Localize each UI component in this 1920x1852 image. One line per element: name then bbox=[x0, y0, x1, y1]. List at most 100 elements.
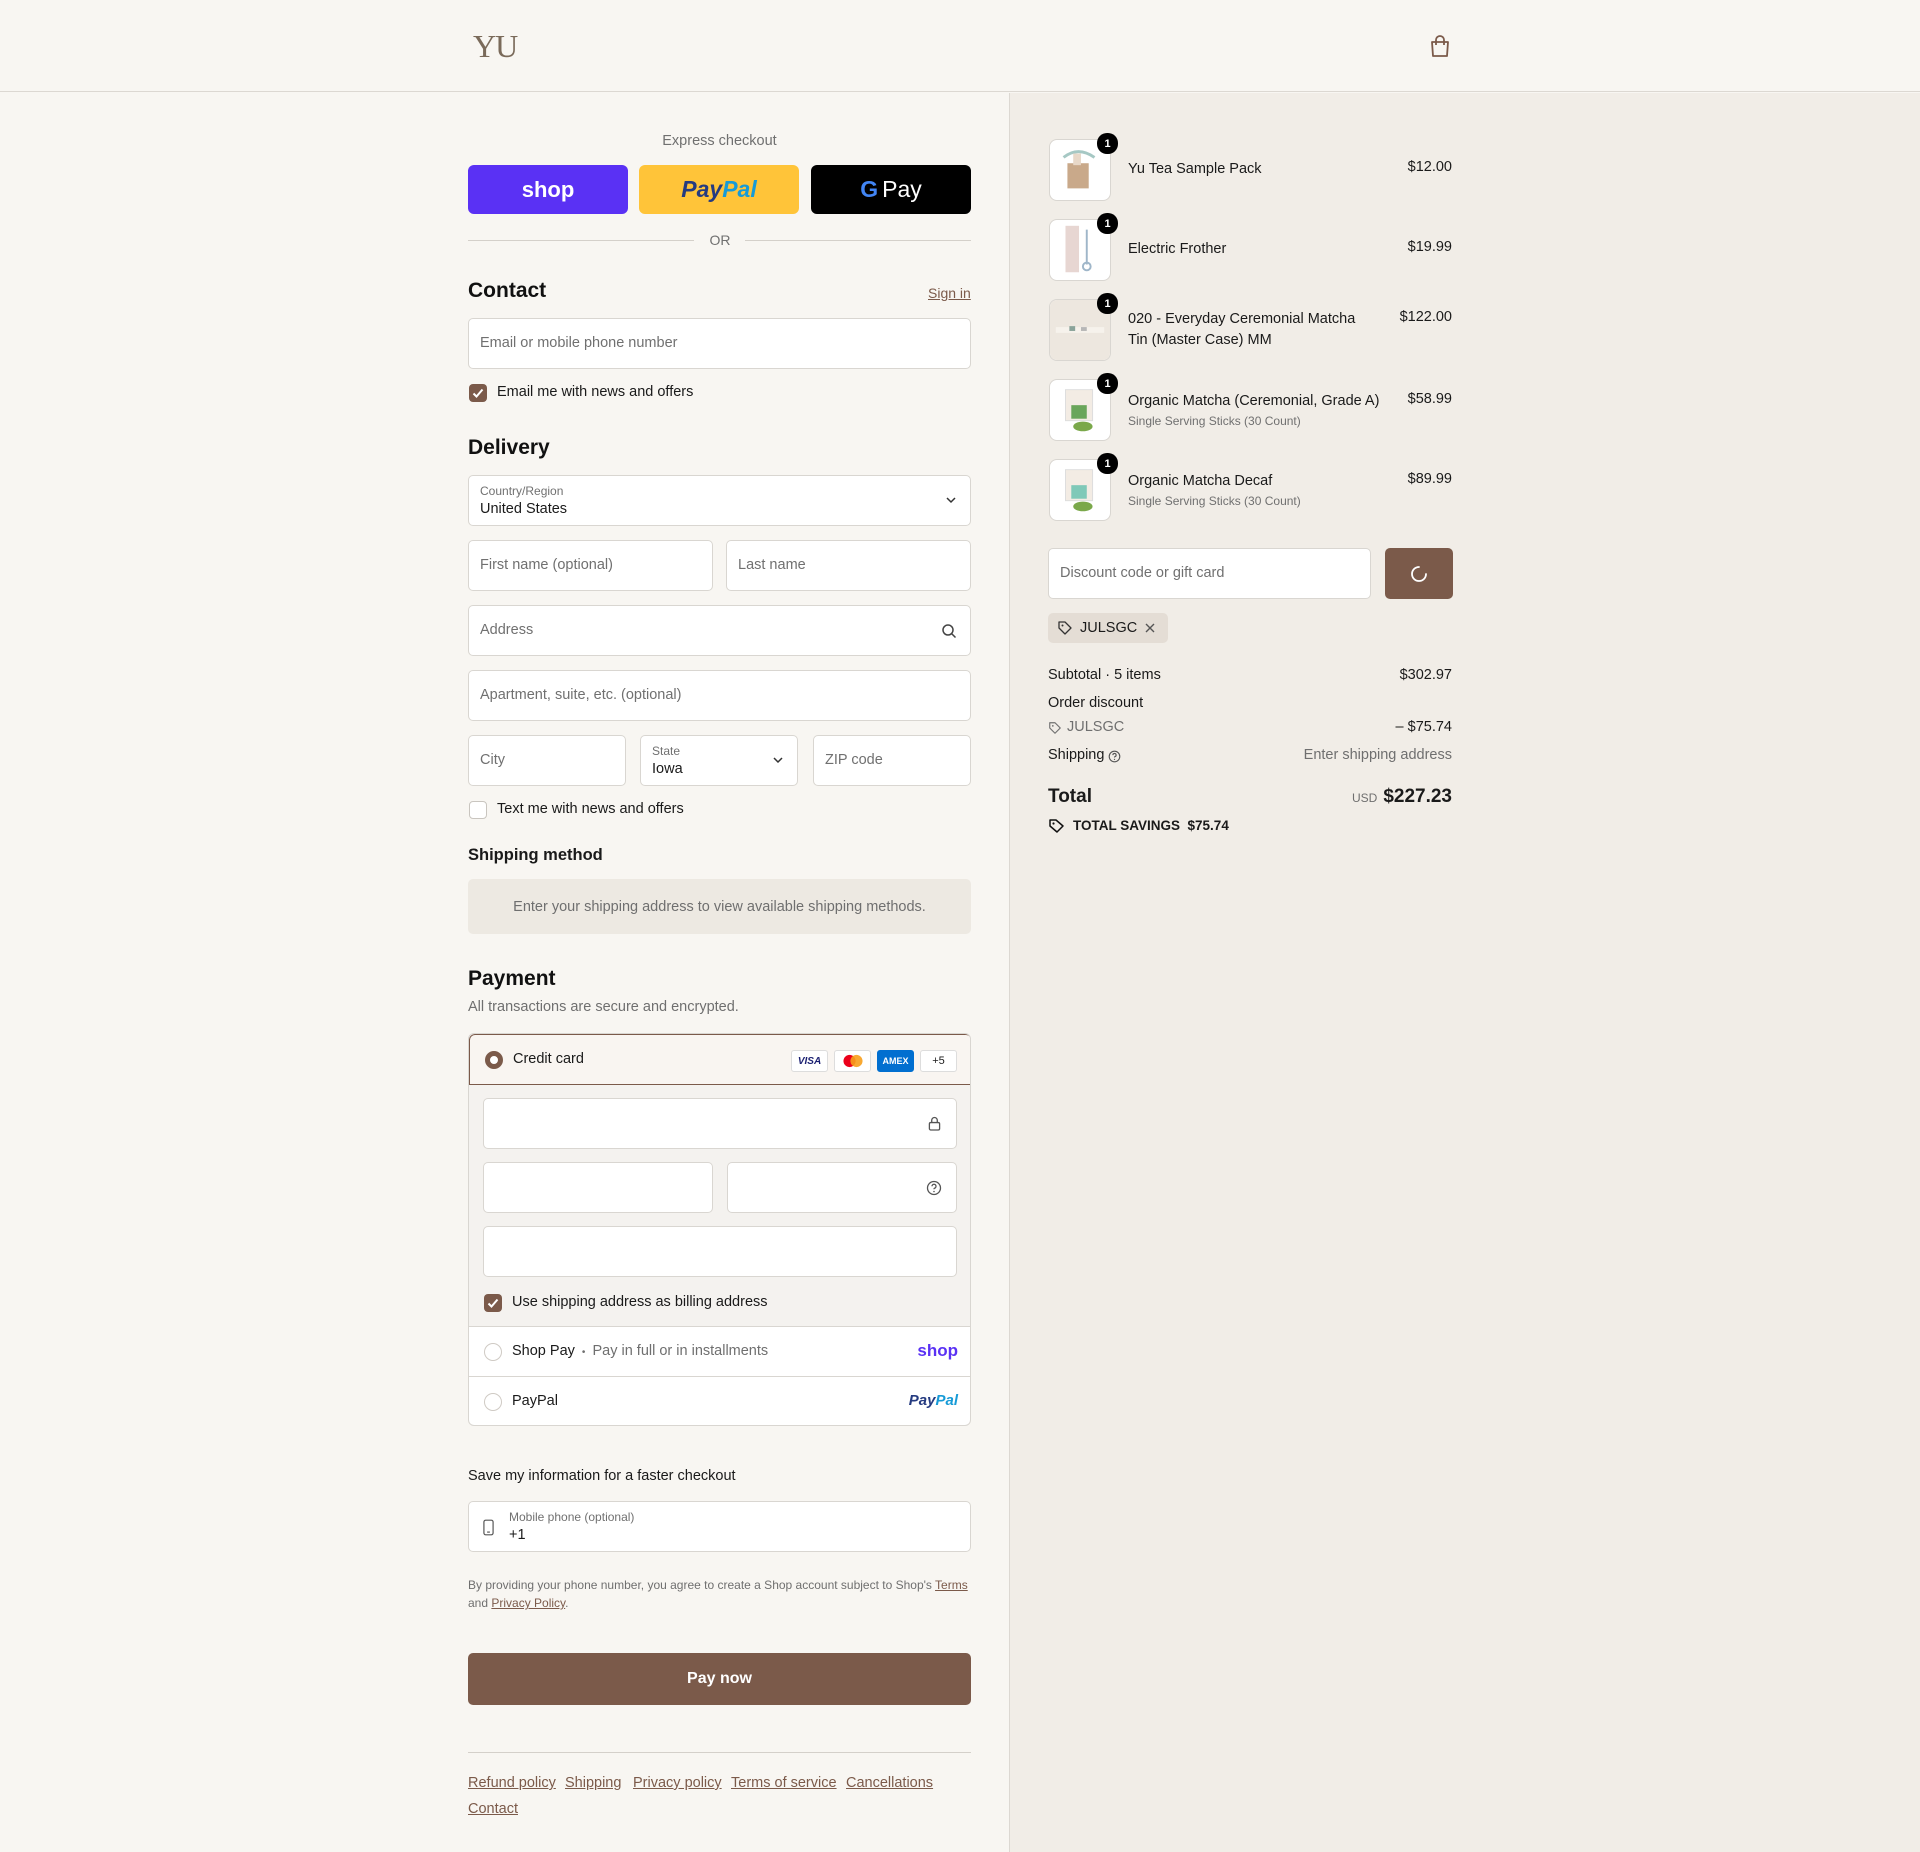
contact-link[interactable]: Contact bbox=[468, 1801, 518, 1817]
item-variant: Single Serving Sticks (30 Count) bbox=[1128, 414, 1301, 428]
refund-policy-link[interactable]: Refund policy bbox=[468, 1775, 556, 1791]
help-circle-icon[interactable] bbox=[926, 1180, 942, 1196]
total-label: Total bbox=[1048, 786, 1092, 807]
footer-divider bbox=[468, 1752, 971, 1753]
divider bbox=[745, 240, 971, 241]
item-name: Organic Matcha (Ceremonial, Grade A) bbox=[1128, 393, 1380, 409]
quantity-badge: 1 bbox=[1097, 133, 1118, 154]
shop-pay-label: Shop Pay bbox=[512, 1343, 575, 1359]
mastercard-icon bbox=[834, 1050, 871, 1072]
brand-logo[interactable]: YU bbox=[473, 28, 518, 65]
paypal-option[interactable]: PayPal PayPal bbox=[469, 1377, 970, 1425]
item-price: $58.99 bbox=[1407, 391, 1452, 407]
text-news-checkbox[interactable] bbox=[469, 801, 487, 819]
currency-code: USD bbox=[1351, 791, 1378, 805]
total-value: $227.23 bbox=[1383, 786, 1452, 807]
credit-card-label: Credit card bbox=[513, 1051, 584, 1067]
shipping-method-heading: Shipping method bbox=[468, 846, 603, 864]
tag-icon bbox=[1058, 621, 1072, 635]
paypal-express-button[interactable]: Pay Pal bbox=[639, 165, 799, 214]
paypal-label: PayPal bbox=[512, 1393, 558, 1409]
shipping-value: Enter shipping address bbox=[1303, 747, 1452, 763]
search-icon bbox=[942, 624, 957, 639]
paypal-logo: PayPal bbox=[908, 1392, 958, 1409]
contact-heading: Contact bbox=[468, 279, 547, 302]
email-news-label: Email me with news and offers bbox=[497, 384, 694, 400]
credit-card-radio[interactable] bbox=[485, 1051, 503, 1069]
shopping-bag-icon[interactable] bbox=[1429, 34, 1451, 58]
first-name-field[interactable]: First name (optional) bbox=[468, 540, 713, 591]
zip-field[interactable]: ZIP code bbox=[813, 735, 971, 786]
shipping-link[interactable]: Shipping bbox=[565, 1775, 621, 1791]
google-pay-express-button[interactable]: G Pay bbox=[811, 165, 971, 214]
state-select[interactable]: State Iowa bbox=[640, 735, 798, 786]
applied-code: JULSGC bbox=[1080, 620, 1138, 636]
chevron-down-icon bbox=[773, 757, 783, 764]
shipping-method-notice: Enter your shipping address to view avai… bbox=[468, 879, 971, 934]
item-name: Organic Matcha Decaf bbox=[1128, 473, 1273, 489]
lock-icon bbox=[928, 1116, 941, 1131]
shop-pay-radio[interactable] bbox=[484, 1343, 502, 1361]
security-code-field[interactable] bbox=[727, 1162, 957, 1213]
more-cards-badge: +5 bbox=[920, 1050, 957, 1072]
checkmark-icon bbox=[487, 1298, 499, 1308]
email-field[interactable]: Email or mobile phone number bbox=[468, 318, 971, 369]
credit-card-form: Use shipping address as billing address bbox=[469, 1085, 970, 1327]
privacy-policy-link[interactable]: Privacy Policy bbox=[491, 1596, 565, 1610]
payment-subtitle: All transactions are secure and encrypte… bbox=[468, 999, 739, 1015]
separator-dot: • bbox=[581, 1347, 586, 1358]
order-discount-code: JULSGC bbox=[1067, 719, 1125, 735]
order-summary-panel bbox=[1009, 93, 1920, 1852]
address-field[interactable]: Address bbox=[468, 605, 971, 656]
item-price: $122.00 bbox=[1399, 309, 1452, 325]
item-name: 020 - Everyday Ceremonial Matcha Tin (Ma… bbox=[1128, 311, 1356, 348]
credit-card-option[interactable]: Credit card VISA AMEX +5 bbox=[469, 1034, 970, 1085]
quantity-badge: 1 bbox=[1097, 213, 1118, 234]
apartment-field[interactable]: Apartment, suite, etc. (optional) bbox=[468, 670, 971, 721]
name-on-card-field[interactable] bbox=[483, 1226, 957, 1277]
shop-pay-description: Pay in full or in installments bbox=[592, 1343, 769, 1359]
last-name-field[interactable]: Last name bbox=[726, 540, 971, 591]
sign-in-link[interactable]: Sign in bbox=[928, 285, 971, 301]
shop-pay-express-button[interactable]: shop bbox=[468, 165, 628, 214]
help-circle-icon[interactable] bbox=[1108, 750, 1121, 763]
email-news-checkbox[interactable] bbox=[469, 384, 487, 402]
country-select[interactable]: Country/Region United States bbox=[468, 475, 971, 526]
subtotal-value: $302.97 bbox=[1399, 667, 1452, 683]
express-checkout-title: Express checkout bbox=[662, 133, 777, 149]
item-price: $89.99 bbox=[1407, 471, 1452, 487]
billing-same-label: Use shipping address as billing address bbox=[512, 1294, 768, 1310]
loading-spinner-icon bbox=[1411, 566, 1427, 582]
payment-heading: Payment bbox=[468, 967, 556, 990]
shop-pay-option[interactable]: Shop Pay • Pay in full or in installment… bbox=[469, 1327, 970, 1377]
privacy-policy-footer-link[interactable]: Privacy policy bbox=[633, 1775, 722, 1791]
item-price: $12.00 bbox=[1407, 159, 1452, 175]
mobile-phone-field[interactable]: Mobile phone (optional) +1 bbox=[468, 1501, 971, 1552]
discount-code-field[interactable]: Discount code or gift card bbox=[1048, 548, 1371, 599]
city-field[interactable]: City bbox=[468, 735, 626, 786]
close-icon[interactable] bbox=[1144, 622, 1156, 634]
billing-same-checkbox[interactable] bbox=[484, 1294, 502, 1312]
cancellations-link[interactable]: Cancellations bbox=[846, 1775, 933, 1791]
tag-icon bbox=[1049, 722, 1061, 734]
mobile-phone-icon bbox=[483, 1519, 494, 1536]
pay-now-button[interactable]: Pay now bbox=[468, 1653, 971, 1705]
paypal-radio[interactable] bbox=[484, 1393, 502, 1411]
text-news-label: Text me with news and offers bbox=[497, 801, 684, 817]
card-number-field[interactable] bbox=[483, 1098, 957, 1149]
item-name: Electric Frother bbox=[1128, 241, 1227, 257]
checkout-form: Express checkout shop Pay Pal G Pay OR Con… bbox=[0, 93, 1009, 1852]
quantity-badge: 1 bbox=[1097, 453, 1118, 474]
total-amount: USD $227.23 bbox=[1352, 786, 1452, 808]
total-savings: TOTAL SAVINGS $75.74 bbox=[1073, 818, 1229, 833]
chevron-down-icon bbox=[946, 497, 956, 504]
apply-discount-button[interactable] bbox=[1385, 548, 1453, 599]
phone-legal-text: By providing your phone number, you agre… bbox=[468, 1578, 968, 1610]
expiration-date-field[interactable] bbox=[483, 1162, 713, 1213]
google-g-icon: G bbox=[860, 176, 879, 202]
terms-of-service-link[interactable]: Terms of service bbox=[731, 1775, 837, 1791]
header: YU bbox=[0, 0, 1920, 92]
order-discount-label: Order discount bbox=[1048, 695, 1144, 711]
terms-link[interactable]: Terms bbox=[935, 1578, 968, 1592]
divider bbox=[468, 240, 694, 241]
